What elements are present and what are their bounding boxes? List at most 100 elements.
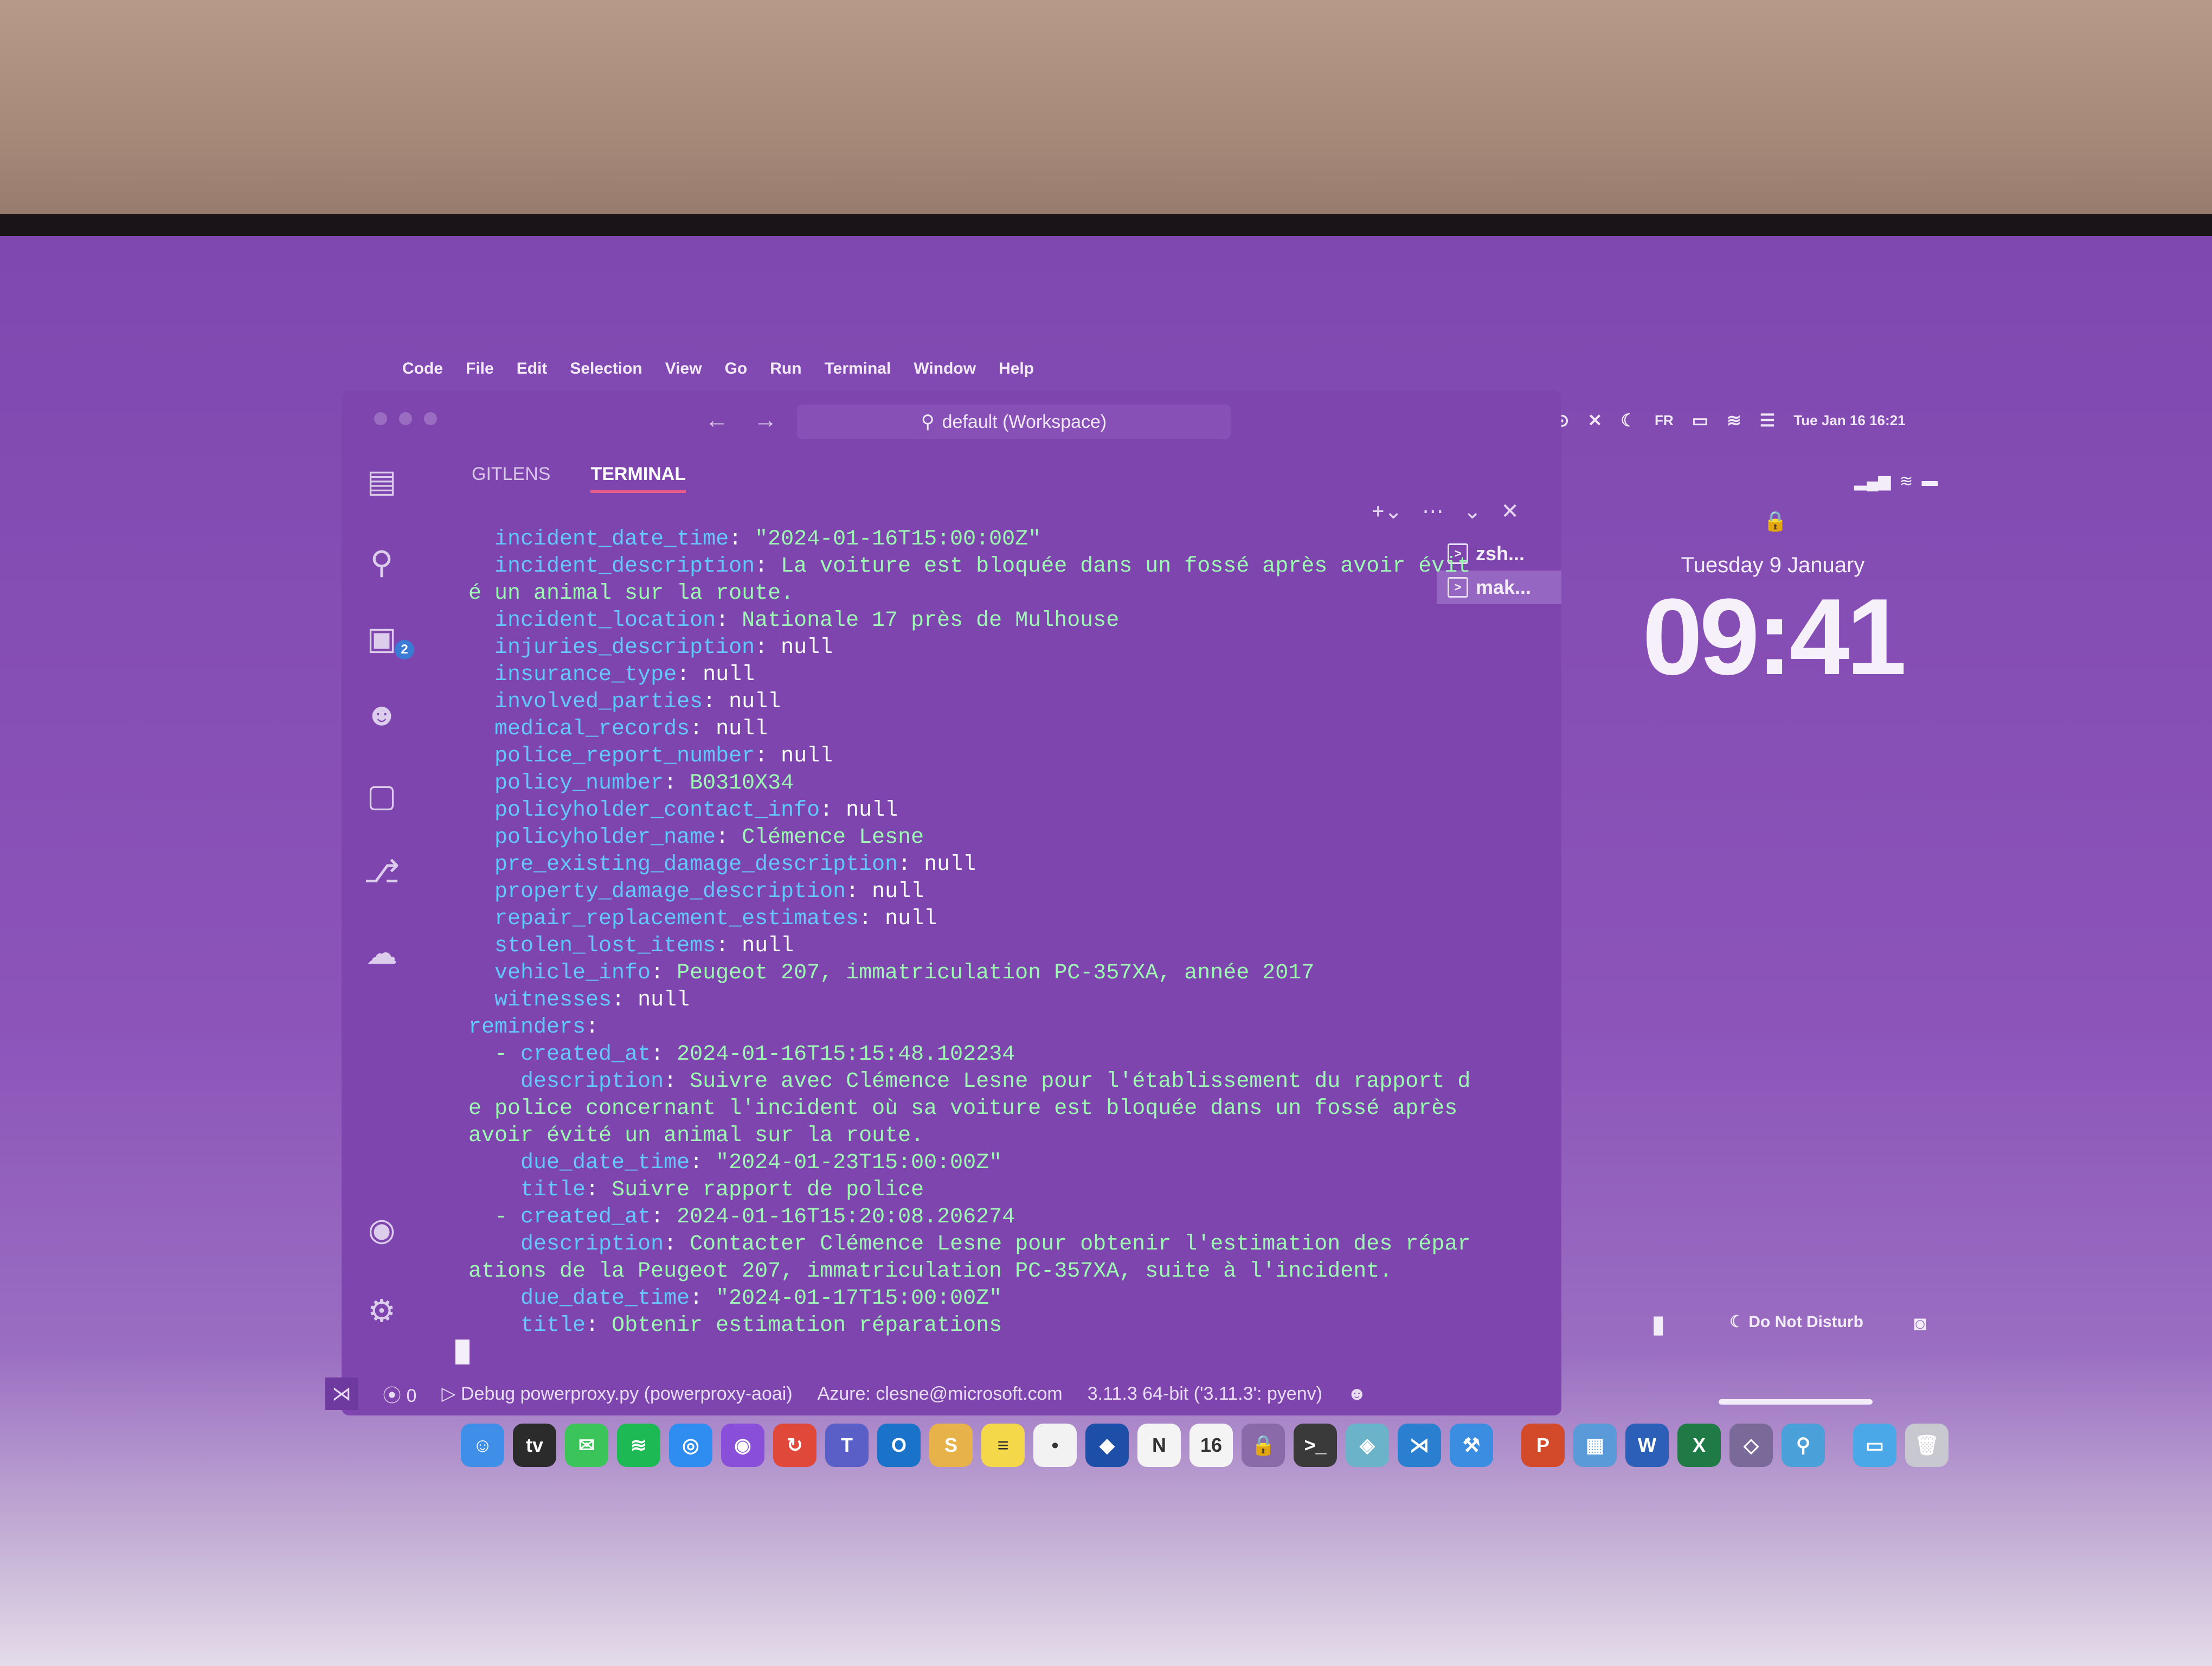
flashlight-icon[interactable]: ▮ [1651,1309,1665,1338]
menu-help[interactable]: Help [999,360,1034,378]
azure-account[interactable]: Azure: clesne@microsoft.com [818,1383,1063,1405]
excel-icon[interactable]: X [1677,1424,1721,1467]
window-controls [374,412,437,425]
new-terminal-icon[interactable]: +⌄ [1372,499,1403,524]
terminal-line: incident_description: La voiture est blo… [455,553,1470,580]
preview-icon[interactable]: ▦ [1573,1424,1617,1467]
tab-gitlens[interactable]: GITLENS [472,464,550,493]
home-indicator[interactable] [1719,1399,1873,1405]
menu-clock[interactable]: Tue Jan 16 16:21 [1793,412,1905,429]
spotify-icon[interactable]: ≋ [617,1424,660,1467]
control-center-icon[interactable]: ☰ [1760,410,1776,431]
back-arrow-icon[interactable]: ← [705,407,729,434]
focus-moon-icon[interactable]: ☾ [1621,410,1636,431]
camera-icon[interactable]: ◙ [1914,1312,1926,1336]
yaml-value: B0310X34 [690,771,794,796]
copilot-chat-icon[interactable]: ☻ [361,694,402,735]
source-control-icon[interactable]: ⎇ [361,851,402,893]
copilot-status-icon[interactable]: ☻ [1347,1383,1367,1405]
notes-icon[interactable]: ≡ [981,1424,1025,1467]
menu-file[interactable]: File [466,360,494,378]
yaml-colon: : [651,1205,677,1229]
yaml-colon: : [664,771,690,796]
notion-icon[interactable]: N [1137,1424,1181,1467]
app-store-icon[interactable]: ◇ [1729,1424,1773,1467]
battery-icon[interactable]: ▭ [1692,410,1708,431]
phone-wifi-icon: ≋ [1899,472,1913,490]
terminal-line: title: Obtenir estimation réparations [455,1312,1431,1340]
bitwarden-icon[interactable]: ◆ [1085,1424,1129,1467]
yaml-colon: : [586,1178,612,1202]
activity-bar: ▤ ⚲ ▣ 2 ☻ ▢ ⎇ ☁ ◉ ⚙ [342,450,417,1383]
settings-gear-icon[interactable]: ⚙ [361,1291,402,1332]
calendar-icon[interactable]: 16 [1189,1424,1233,1467]
extensions-badge: 2 [395,640,414,659]
azure-cloud-icon[interactable]: ☁ [361,933,402,974]
yaml-key: insurance_type [494,663,677,687]
powerpoint-icon[interactable]: P [1521,1424,1565,1467]
reminders-icon[interactable]: • [1033,1424,1077,1467]
mute-icon[interactable]: ✕ [1587,410,1602,431]
debug-config[interactable]: ▷ Debug powerproxy.py (powerproxy-aoai) [441,1383,792,1405]
outlook-icon[interactable]: O [877,1424,921,1467]
account-icon[interactable]: ◉ [361,1209,402,1251]
more-actions-icon[interactable]: ⋯ [1422,499,1444,524]
yaml-colon: : [898,853,924,877]
yaml-value: e police concernant l'incident où sa voi… [468,1097,1458,1121]
phone-status-bar: ▂▄▆ ≋ ▬ [1854,472,1938,491]
menu-run[interactable]: Run [770,360,801,378]
close-panel-icon[interactable]: ✕ [1501,499,1519,524]
menu-go[interactable]: Go [725,360,748,378]
remote-explorer-icon[interactable]: ▢ [361,776,402,817]
downloads-folder-icon[interactable]: ▭ [1853,1424,1896,1467]
close-window-button[interactable] [374,412,387,425]
minimize-window-button[interactable] [399,412,412,425]
yaml-key: vehicle_info [494,961,651,985]
forward-arrow-icon[interactable]: → [754,407,777,434]
remote-indicator-icon[interactable]: ⋊ [325,1377,358,1410]
wifi-icon[interactable]: ≋ [1727,410,1741,431]
tab-terminal[interactable]: TERMINAL [590,464,686,493]
terminal-indent [455,1097,468,1121]
menu-selection[interactable]: Selection [570,360,642,378]
trash-icon[interactable]: 🗑 [1905,1424,1949,1467]
status-bar: ⋊ ⦿ 0 ▷ Debug powerproxy.py (powerproxy-… [325,1377,1583,1410]
magnifier-icon[interactable]: ⚲ [1782,1424,1825,1467]
network-icon[interactable]: ◈ [1346,1424,1389,1467]
do-not-disturb[interactable]: ☾ Do Not Disturb [1729,1312,1863,1331]
search-view-icon[interactable]: ⚲ [361,542,402,584]
remote-desktop-icon[interactable]: ↻ [773,1424,816,1467]
yaml-key: injuries_description [494,636,755,660]
yaml-value: null [872,880,924,904]
keychain-icon[interactable]: 🔒 [1242,1424,1285,1467]
terminal-icon[interactable]: >_ [1294,1424,1337,1467]
explorer-icon[interactable]: ▤ [361,461,402,502]
terminal-output[interactable]: incident_date_time: "2024-01-16T15:00:00… [455,526,1470,1365]
python-interpreter[interactable]: 3.11.3 64-bit ('3.11.3': pyenv) [1088,1383,1322,1405]
input-language[interactable]: FR [1655,412,1674,429]
menu-terminal[interactable]: Terminal [825,360,891,378]
apple-tv-icon[interactable]: tv [513,1424,556,1467]
xcode-icon[interactable]: ⚒ [1450,1424,1493,1467]
word-icon[interactable]: W [1625,1424,1669,1467]
terminal-icon: > [1448,577,1468,598]
vscode-icon[interactable]: ⋊ [1398,1424,1441,1467]
finder-icon[interactable]: ☺ [461,1424,504,1467]
collapse-panel-icon[interactable]: ⌄ [1463,499,1482,524]
menu-app-name[interactable]: Code [402,360,443,378]
teams-icon[interactable]: T [825,1424,869,1467]
podcasts-icon[interactable]: ◉ [721,1424,764,1467]
extensions-icon[interactable]: ▣ 2 [361,618,414,659]
messages-icon[interactable]: ✉ [565,1424,608,1467]
menu-window[interactable]: Window [914,360,976,378]
zoom-window-button[interactable] [424,412,437,425]
ports-indicator[interactable]: ⦿ 0 [383,1381,416,1407]
terminal-instance-label: mak... [1476,576,1532,598]
yaml-value: null [846,798,898,823]
terminal-line: incident_location: Nationale 17 près de … [455,607,1431,635]
sonos-icon[interactable]: S [929,1424,973,1467]
safari-icon[interactable]: ◎ [669,1424,712,1467]
menu-view[interactable]: View [665,360,702,378]
menu-edit[interactable]: Edit [517,360,548,378]
command-center-search[interactable]: ⚲ default (Workspace) [797,405,1231,439]
